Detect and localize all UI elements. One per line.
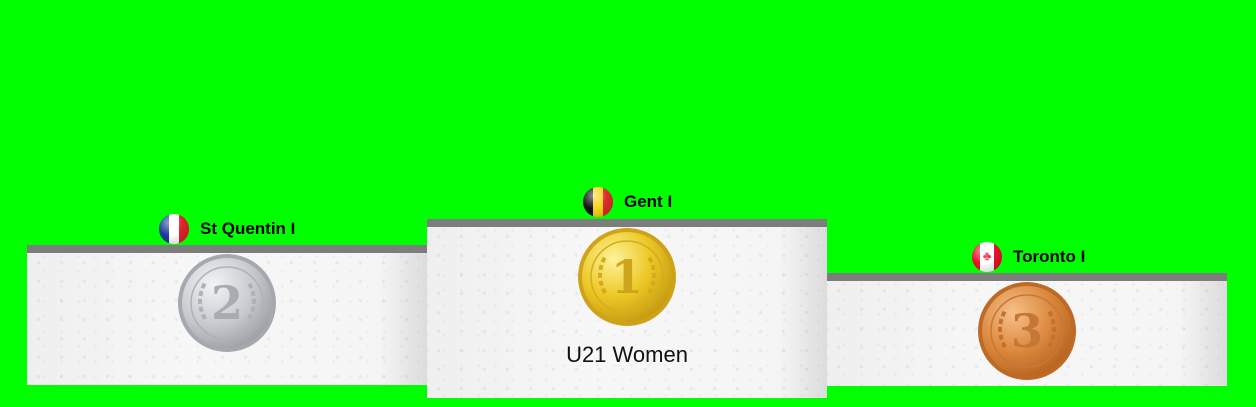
second-place-team-name: St Quentin I (200, 219, 296, 238)
medal-number: 1 (611, 250, 643, 304)
france-flag-icon (159, 214, 189, 244)
event-title: U21 Women (566, 342, 688, 367)
medal-number: 3 (1011, 304, 1043, 358)
silver-medal-icon: 2 (178, 254, 276, 352)
gold-medal-icon: 1 (578, 228, 676, 326)
third-place-team-name: Toronto I (1013, 247, 1086, 266)
podium-edge (27, 245, 427, 253)
canada-flag-icon: ♣ (972, 242, 1002, 272)
bronze-medal-icon: 3 (978, 282, 1076, 380)
first-place-team-name: Gent I (624, 192, 673, 211)
podium-edge (427, 219, 827, 227)
medal-number: 2 (211, 276, 243, 330)
first-place-team: Gent I (583, 187, 672, 217)
podium-edge (827, 273, 1227, 281)
third-place-team: ♣ Toronto I (972, 242, 1085, 272)
belgium-flag-icon (583, 187, 613, 217)
second-place-team: St Quentin I (159, 214, 295, 244)
